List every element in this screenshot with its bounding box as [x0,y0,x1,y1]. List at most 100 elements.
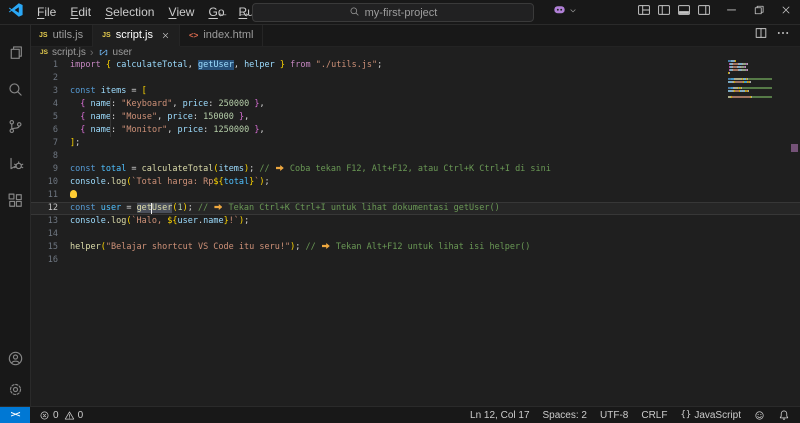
command-center-label: my-first-project [365,7,438,19]
code-line-6[interactable]: 6 { name: "Monitor", price: 1250000 }, [30,124,800,137]
layout-controls [634,0,714,24]
line-number: 2 [30,72,70,85]
more-actions-button[interactable] [776,26,790,45]
minimize-icon [725,3,738,21]
settings-icon [7,381,24,398]
menu-edit[interactable]: Edit [63,0,98,24]
line-number: 12 [30,202,70,215]
activity-source-control-button[interactable] [0,108,30,145]
line-content: console.log(`Total harga: Rp${total}`); [70,176,800,189]
error-count: 0 [53,410,59,421]
code-line-5[interactable]: 5 { name: "Mouse", price: 150000 }, [30,111,800,124]
code-line-8[interactable]: 8 [30,150,800,163]
eol[interactable]: CRLF [641,410,667,421]
code-line-14[interactable]: 14 [30,228,800,241]
tab-label: index.html [203,29,253,41]
line-number: 11 [30,189,70,202]
tab-label: utils.js [53,29,84,41]
language-mode[interactable]: {} JavaScript [680,410,741,421]
overview-ruler-mark [791,144,798,152]
remote-indicator[interactable]: >< [0,407,30,423]
code-line-3[interactable]: 3const items = [ [30,85,800,98]
breadcrumb-file[interactable]: script.js [52,47,86,58]
code-line-10[interactable]: 10console.log(`Total harga: Rp${total}`)… [30,176,800,189]
notifications-button[interactable] [778,409,790,421]
files-icon [7,44,24,61]
code-line-2[interactable]: 2 [30,72,800,85]
line-number: 13 [30,215,70,228]
indentation[interactable]: Spaces: 2 [543,410,587,421]
activity-account-button[interactable] [0,343,30,374]
breadcrumb: JS script.js › user [30,46,800,59]
encoding[interactable]: UTF-8 [600,410,628,421]
close-window-button[interactable] [772,0,799,24]
line-number: 7 [30,137,70,150]
code-line-11[interactable]: 11 [30,189,800,202]
code-line-7[interactable]: 7]; [30,137,800,150]
restore-icon [753,3,765,21]
minimap[interactable] [728,54,772,102]
copilot-button[interactable] [552,0,578,24]
sidebar-left-icon [657,3,671,22]
activity-files-button[interactable] [0,34,30,71]
split-editor-icon [754,27,768,44]
code-line-16[interactable]: 16 [30,254,800,267]
menu-file[interactable]: File [30,0,63,24]
line-number: 9 [30,163,70,176]
editor-actions [754,24,800,46]
braces-icon: {} [680,410,691,420]
activity-search-button[interactable] [0,71,30,108]
code-line-9[interactable]: 9const total = calculateTotal(items); //… [30,163,800,176]
forward-button[interactable]: → [238,5,251,20]
customize-layout-icon [637,3,651,22]
cursor-position[interactable]: Ln 12, Col 17 [470,410,530,421]
line-content [70,150,800,163]
tab-script-js[interactable]: JSscript.js [93,24,180,46]
warning-count: 0 [78,410,84,421]
js-file-icon: JS [39,32,48,39]
code-line-4[interactable]: 4 { name: "Keyboard", price: 250000 }, [30,98,800,111]
chevron-down-icon [568,3,578,21]
toggle-secondary-sidebar-button[interactable] [694,0,714,24]
lightbulb-icon[interactable] [70,190,77,198]
panel-bottom-icon [677,3,691,22]
line-number: 6 [30,124,70,137]
line-number: 8 [30,150,70,163]
close-tab-icon[interactable] [161,31,170,40]
bell-icon [778,409,790,421]
activity-debug-button[interactable] [0,145,30,182]
activity-settings-button[interactable] [0,374,30,405]
feedback-button[interactable] [754,410,765,421]
source-control-icon [7,118,24,135]
tab-bar: JS utils.js JSscript.js<>index.html [30,24,800,47]
code-editor[interactable]: 1import { calculateTotal, getUser, helpe… [30,59,800,407]
code-line-15[interactable]: 15helper("Belajar shortcut VS Code itu s… [30,241,800,254]
line-number: 5 [30,111,70,124]
toggle-sidebar-button[interactable] [654,0,674,24]
command-center[interactable]: my-first-project [252,3,534,22]
js-file-icon: JS [40,49,48,56]
minimize-button[interactable] [718,0,745,24]
toggle-panel-button[interactable] [674,0,694,24]
code-line-12[interactable]: 12const user = getUser(1); // Tekan Ctrl… [30,202,800,215]
problems-indicator[interactable]: 0 0 [39,409,83,421]
line-content [70,189,800,202]
back-button[interactable]: ← [216,5,229,20]
breadcrumb-separator: › [90,48,94,58]
code-line-1[interactable]: 1import { calculateTotal, getUser, helpe… [30,59,800,72]
menu-view[interactable]: View [161,0,201,24]
split-editor-button[interactable] [754,26,768,45]
tab-label: script.js [116,29,153,41]
code-line-13[interactable]: 13console.log(`Halo, ${user.name}!`); [30,215,800,228]
indent-guide [110,98,111,137]
line-number: 1 [30,59,70,72]
tab-utils-js[interactable]: JS utils.js [30,24,93,46]
activity-extensions-button[interactable] [0,182,30,219]
breadcrumb-symbol[interactable]: user [113,47,132,58]
restore-button[interactable] [745,0,772,24]
smiley-icon [754,410,765,421]
menu-selection[interactable]: Selection [98,0,161,24]
tab-index-html[interactable]: <>index.html [180,24,263,46]
customize-layout-button[interactable] [634,0,654,24]
line-content: const items = [ [70,85,800,98]
